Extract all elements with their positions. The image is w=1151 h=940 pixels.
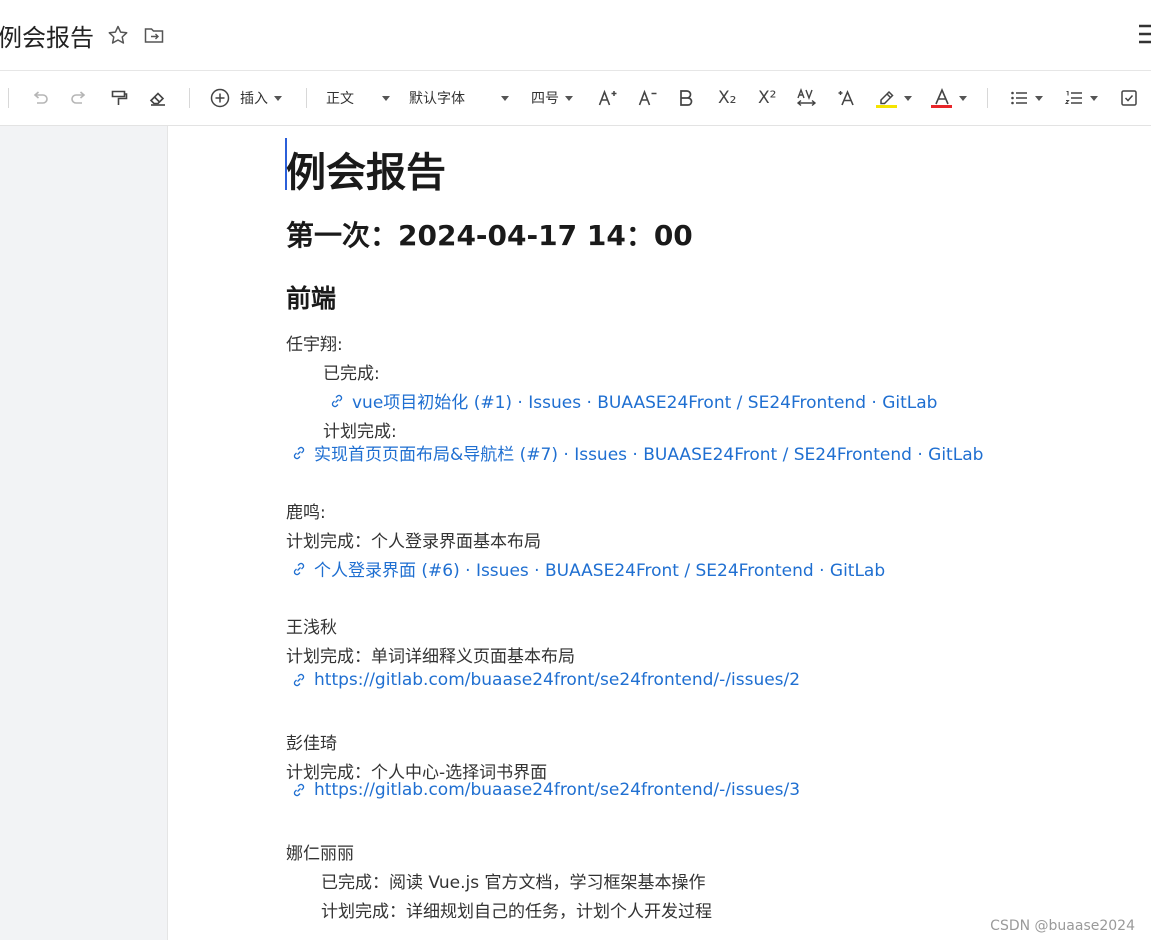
text-effect-button[interactable] [836, 85, 858, 111]
format-painter-button[interactable] [109, 85, 129, 111]
bullet-list-button[interactable] [1009, 85, 1043, 111]
decrease-font-size-button[interactable] [637, 85, 657, 111]
chevron-down-icon [1035, 95, 1043, 101]
redo-button[interactable] [69, 85, 89, 111]
insert-label: 插入 [240, 91, 268, 107]
issue-link[interactable]: https://gitlab.com/buaase24front/se24fro… [291, 670, 800, 690]
font-color-swatch [931, 105, 952, 108]
undo-button[interactable] [30, 85, 50, 111]
member-name: 娜仁丽丽 [286, 844, 354, 864]
document-page[interactable]: 例会报告 第一次：2024-04-17 14：00 前端 任宇翔: 已完成: v… [168, 126, 1151, 940]
bold-button[interactable] [678, 85, 694, 111]
issue-link[interactable]: 实现首页页面布局&导航栏 (#7) · Issues · BUAASE24Fro… [291, 440, 983, 465]
toolbar-divider [306, 88, 307, 108]
chevron-down-icon [1090, 95, 1098, 101]
font-family-select[interactable]: 默认字体 [409, 85, 509, 111]
title-bar: 例会报告 [0, 0, 1151, 71]
menu-icon[interactable] [1137, 22, 1151, 46]
issue-link-text: 实现首页页面布局&导航栏 (#7) · Issues · BUAASE24Fro… [314, 445, 984, 465]
issue-link[interactable]: https://gitlab.com/buaase24front/se24fro… [291, 780, 800, 800]
issue-link[interactable]: 个人登录界面 (#6) · Issues · BUAASE24Front / S… [291, 556, 885, 581]
toolbar-divider [189, 88, 190, 108]
issue-link-text: https://gitlab.com/buaase24front/se24fro… [314, 670, 801, 690]
meeting-heading: 第一次：2024-04-17 14：00 [286, 219, 693, 252]
plan-text: 计划完成：个人登录界面基本布局 [286, 532, 541, 552]
subscript-glyph: X₂ [718, 88, 737, 108]
superscript-button[interactable]: X² [758, 85, 776, 111]
member-name: 鹿鸣: [286, 503, 326, 523]
watermark: CSDN @buaase2024 [990, 918, 1135, 934]
link-icon [329, 393, 345, 409]
plan-text: 计划完成：详细规划自己的任务，计划个人开发过程 [321, 902, 712, 922]
font-size-select[interactable]: 四号 [531, 85, 573, 111]
link-icon [291, 561, 307, 577]
paragraph-style-select[interactable]: 正文 [326, 85, 390, 111]
character-spacing-button[interactable] [796, 85, 818, 111]
plan-label: 计划完成: [323, 422, 397, 442]
paragraph-style-value: 正文 [326, 91, 354, 107]
chevron-down-icon [382, 95, 390, 101]
font-family-value: 默认字体 [409, 91, 465, 107]
highlight-color-swatch [876, 105, 897, 108]
superscript-glyph: X² [758, 88, 777, 108]
member-name: 任宇翔: [286, 335, 343, 355]
issue-link-text: 个人登录界面 (#6) · Issues · BUAASE24Front / S… [314, 561, 886, 581]
formatting-toolbar: 插入 正文 默认字体 四号 X₂ X² [0, 71, 1151, 126]
chevron-down-icon [565, 95, 573, 101]
plus-circle-icon [210, 88, 230, 108]
insert-menu[interactable]: 插入 [209, 85, 282, 111]
clear-format-button[interactable] [148, 85, 168, 111]
checklist-button[interactable] [1119, 85, 1139, 111]
chevron-down-icon [274, 95, 282, 101]
link-icon [291, 445, 307, 461]
numbered-list-button[interactable] [1064, 85, 1098, 111]
issue-link[interactable]: vue项目初始化 (#1) · Issues · BUAASE24Front /… [329, 388, 937, 413]
subscript-button[interactable]: X₂ [718, 85, 736, 111]
issue-link-text: https://gitlab.com/buaase24front/se24fro… [314, 780, 801, 800]
link-icon [291, 672, 307, 688]
toolbar-divider [987, 88, 988, 108]
increase-font-size-button[interactable] [597, 85, 617, 111]
link-icon [291, 782, 307, 798]
star-icon[interactable] [107, 24, 129, 46]
member-name: 彭佳琦 [286, 734, 337, 754]
plan-text: 计划完成：单词详细释义页面基本布局 [286, 647, 575, 667]
issue-link-text: vue项目初始化 (#1) · Issues · BUAASE24Front /… [352, 393, 938, 413]
left-margin-area [0, 126, 168, 940]
document-title[interactable]: 例会报告 [0, 18, 94, 53]
toolbar-divider [8, 88, 9, 108]
chevron-down-icon [959, 95, 967, 101]
doc-heading-title: 例会报告 [286, 150, 446, 196]
section-heading: 前端 [286, 284, 337, 313]
done-label: 已完成: [323, 364, 380, 384]
chevron-down-icon [904, 95, 912, 101]
member-name: 王浅秋 [286, 618, 337, 638]
font-size-value: 四号 [531, 91, 559, 107]
chevron-down-icon [501, 95, 509, 101]
move-to-folder-icon[interactable] [143, 24, 165, 46]
done-text: 已完成：阅读 Vue.js 官方文档，学习框架基本操作 [321, 873, 706, 893]
